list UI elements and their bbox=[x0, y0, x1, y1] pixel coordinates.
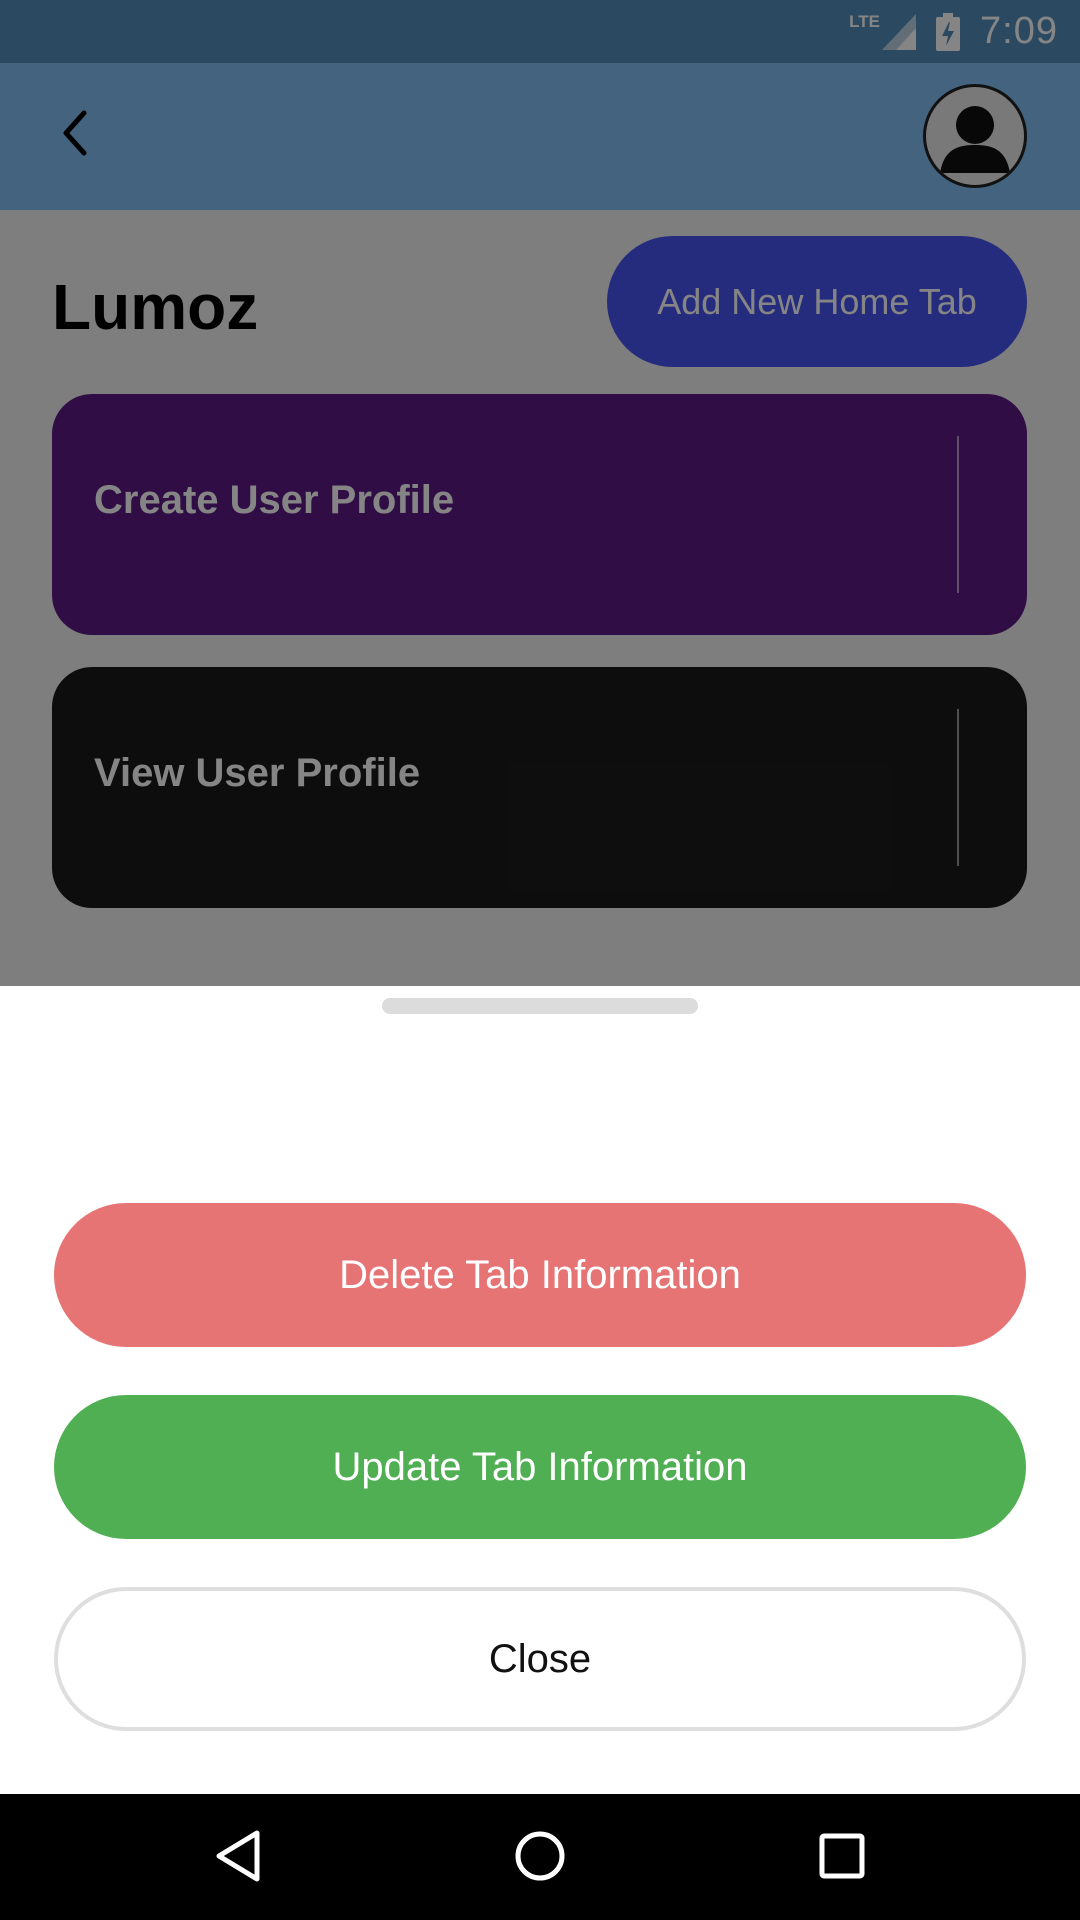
home-circle-icon bbox=[513, 1829, 567, 1888]
nav-home-button[interactable] bbox=[508, 1826, 572, 1890]
close-button[interactable]: Close bbox=[54, 1587, 1026, 1731]
navigation-bar bbox=[0, 1794, 1080, 1920]
modal-scrim[interactable] bbox=[0, 0, 1080, 986]
nav-recents-button[interactable] bbox=[810, 1826, 874, 1890]
recents-square-icon bbox=[817, 1831, 867, 1886]
drag-handle[interactable] bbox=[382, 998, 698, 1014]
delete-tab-information-button[interactable]: Delete Tab Information bbox=[54, 1203, 1026, 1347]
bottom-sheet: Delete Tab Information Update Tab Inform… bbox=[0, 986, 1080, 1794]
update-tab-information-button[interactable]: Update Tab Information bbox=[54, 1395, 1026, 1539]
back-triangle-icon bbox=[213, 1829, 263, 1888]
nav-back-button[interactable] bbox=[206, 1826, 270, 1890]
